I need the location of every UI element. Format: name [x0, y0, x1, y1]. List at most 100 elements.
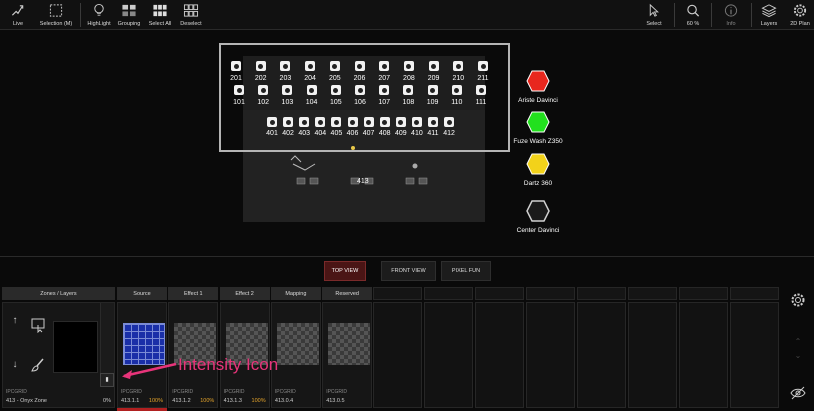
- fixture-label-109: 109: [426, 99, 439, 106]
- fixture-409[interactable]: [395, 117, 406, 127]
- empty-layer-slot[interactable]: [628, 302, 677, 408]
- toolbar-divider: [711, 3, 712, 27]
- empty-layer-slot[interactable]: [679, 302, 728, 408]
- fixture-408[interactable]: [379, 117, 390, 127]
- fixture-label-203: 203: [279, 75, 292, 82]
- scroll-up-button[interactable]: ↑: [7, 315, 23, 331]
- grouping-icon: [122, 4, 136, 17]
- fixture-106[interactable]: [355, 85, 365, 95]
- 2d-plan-button[interactable]: 2D Plan: [787, 0, 813, 30]
- selection-button[interactable]: Selection (M): [38, 0, 74, 30]
- empty-column-header: [730, 287, 779, 300]
- brush-icon[interactable]: [30, 357, 46, 373]
- zone-name: 413 - Onyx Zone: [6, 398, 47, 404]
- tab-top-view[interactable]: TOP VIEW: [324, 261, 366, 281]
- fixture-104[interactable]: [306, 85, 317, 95]
- layer-cell-4[interactable]: IPCGRID 413.0.5: [322, 302, 373, 408]
- empty-layer-slot[interactable]: [475, 302, 524, 408]
- layers-button[interactable]: Layers: [756, 0, 782, 30]
- column-header-2[interactable]: Effect 2: [219, 287, 270, 300]
- empty-layer-slot[interactable]: [730, 302, 779, 408]
- fixture-410[interactable]: [411, 117, 422, 127]
- fixture-108[interactable]: [403, 85, 414, 95]
- layer-caption: IPCGRID: [223, 389, 245, 395]
- select-button[interactable]: Select: [641, 0, 667, 30]
- fixture-label-107: 107: [378, 99, 391, 106]
- empty-layer-slot[interactable]: [424, 302, 473, 408]
- layer-name: 413.0.5: [326, 398, 345, 404]
- fixture-label-206: 206: [353, 75, 366, 82]
- zoom-button[interactable]: 60 %: [680, 0, 706, 30]
- fixture-405[interactable]: [331, 117, 342, 127]
- eye-hidden-icon[interactable]: [790, 385, 806, 401]
- empty-column-header: [373, 287, 422, 300]
- select-all-label: Select All: [148, 21, 172, 27]
- fixture-206[interactable]: [354, 61, 365, 71]
- fixture-404[interactable]: [315, 117, 326, 127]
- scroll-arrows[interactable]: ⌃ ⌄: [792, 335, 804, 363]
- zone-preview[interactable]: [53, 321, 98, 373]
- fixture-401[interactable]: [267, 117, 277, 127]
- live-icon: [11, 5, 24, 16]
- scroll-down-button[interactable]: ↓: [7, 359, 23, 375]
- deselect-icon: [183, 4, 199, 17]
- legend-swatch-2[interactable]: [526, 153, 550, 175]
- fixture-label-413: 413: [357, 178, 369, 185]
- fixture-107[interactable]: [379, 85, 390, 95]
- legend-swatch-0[interactable]: [526, 70, 550, 92]
- fixture-211[interactable]: [478, 61, 488, 71]
- fixture-101[interactable]: [234, 85, 244, 95]
- empty-layer-slot[interactable]: [373, 302, 422, 408]
- fixture-209[interactable]: [428, 61, 439, 71]
- column-header-3[interactable]: Mapping: [270, 287, 321, 300]
- fixture-210[interactable]: [453, 61, 464, 71]
- layer-cell-0[interactable]: IPCGRID 413.1.1 100%: [117, 302, 167, 408]
- column-header-4[interactable]: Reserved: [322, 287, 373, 300]
- select-region-icon[interactable]: [30, 317, 46, 333]
- fixture-111[interactable]: [476, 85, 486, 95]
- fixture-412[interactable]: [444, 117, 455, 127]
- layer-cell-3[interactable]: IPCGRID 413.0.4: [270, 302, 321, 408]
- fixture-406[interactable]: [347, 117, 358, 127]
- empty-layer-slot[interactable]: [577, 302, 626, 408]
- deselect-button[interactable]: Deselect: [178, 0, 204, 30]
- column-header-1[interactable]: Effect 1: [168, 287, 219, 300]
- fixture-208[interactable]: [403, 61, 414, 71]
- fixture-205[interactable]: [329, 61, 340, 71]
- fixture-403[interactable]: [299, 117, 310, 127]
- legend-swatch-3[interactable]: [526, 200, 550, 222]
- intensity-icon[interactable]: ▮: [100, 373, 114, 387]
- fixture-207[interactable]: [379, 61, 390, 71]
- fixture-110[interactable]: [451, 85, 462, 95]
- live-label: Live: [12, 21, 24, 27]
- fixture-label-103: 103: [281, 99, 294, 106]
- fixture-105[interactable]: [330, 85, 341, 95]
- empty-layer-slot[interactable]: [526, 302, 575, 408]
- legend-swatch-1[interactable]: [526, 111, 550, 133]
- fixture-102[interactable]: [258, 85, 269, 95]
- lightbulb-icon: [94, 3, 104, 16]
- highlight-button[interactable]: HighLight: [86, 0, 112, 30]
- select-all-button[interactable]: Select All: [147, 0, 173, 30]
- fixture-109[interactable]: [427, 85, 438, 95]
- info-button[interactable]: Info: [718, 0, 744, 30]
- tab-front-view[interactable]: FRONT VIEW: [381, 261, 436, 281]
- tab-pixel-fun[interactable]: PIXEL FUN: [441, 261, 491, 281]
- grouping-button[interactable]: Grouping: [116, 0, 142, 30]
- fixture-407[interactable]: [363, 117, 374, 127]
- fixture-204[interactable]: [305, 61, 316, 71]
- settings-gear-icon[interactable]: [790, 292, 806, 308]
- fixture-label-204: 204: [304, 75, 316, 82]
- layer-caption: IPCGRID: [121, 389, 142, 395]
- column-header-0[interactable]: Source: [117, 287, 167, 300]
- fixture-103[interactable]: [282, 85, 293, 95]
- effect-thumbnail: [328, 323, 371, 365]
- fixture-label-108: 108: [402, 99, 415, 106]
- fixture-202[interactable]: [255, 61, 266, 71]
- live-button[interactable]: Live: [6, 0, 30, 30]
- layer-percent: 100%: [200, 398, 215, 404]
- fixture-201[interactable]: [231, 61, 241, 71]
- fixture-402[interactable]: [283, 117, 294, 127]
- fixture-411[interactable]: [428, 117, 438, 127]
- fixture-203[interactable]: [280, 61, 291, 71]
